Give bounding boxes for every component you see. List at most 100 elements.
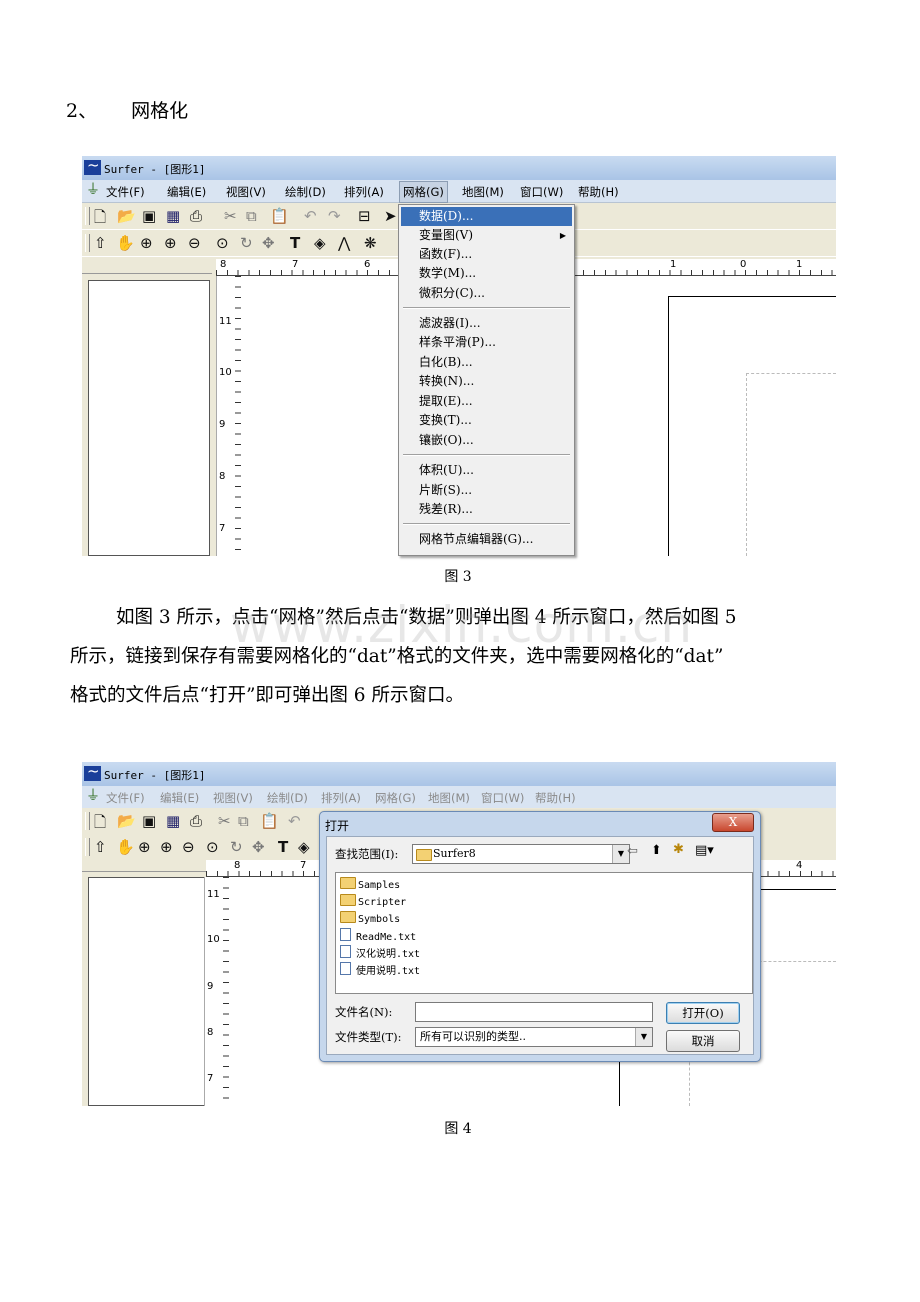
cut-icon[interactable]: ✂ bbox=[218, 812, 231, 830]
symbol-icon[interactable]: ❋ bbox=[364, 234, 377, 252]
toolbar-grip[interactable] bbox=[85, 234, 90, 252]
hand-icon[interactable]: ✋ bbox=[116, 234, 135, 252]
menu-grid[interactable]: 网格(G) bbox=[375, 790, 416, 806]
save-icon[interactable]: ▣ bbox=[142, 812, 156, 830]
menu-file[interactable]: 文件(F) bbox=[106, 790, 145, 806]
menu-map[interactable]: 地图(M) bbox=[462, 184, 504, 200]
menu-arrange[interactable]: 排列(A) bbox=[344, 184, 384, 200]
select-arrow-icon[interactable]: ➤ bbox=[384, 207, 397, 225]
filename-input[interactable] bbox=[415, 1002, 653, 1022]
pane-splitter[interactable] bbox=[82, 265, 212, 274]
chevron-down-icon[interactable]: ▼ bbox=[635, 1028, 652, 1046]
zoom-rect-icon[interactable]: ⊕ bbox=[140, 234, 153, 252]
menu-view[interactable]: 视图(V) bbox=[213, 790, 253, 806]
menu-item-filter[interactable]: 滤波器(I)... bbox=[401, 314, 572, 333]
zoom-in-icon[interactable]: ⊕ bbox=[164, 234, 177, 252]
list-item[interactable]: Symbols bbox=[340, 911, 400, 925]
list-item[interactable]: Samples bbox=[340, 877, 400, 891]
rotate-icon[interactable]: ↻ bbox=[230, 838, 243, 856]
menu-view[interactable]: 视图(V) bbox=[226, 184, 266, 200]
menu-item-calculus[interactable]: 微积分(C)... bbox=[401, 284, 572, 303]
tree-icon[interactable]: ⊟ bbox=[358, 207, 371, 225]
menu-arrange[interactable]: 排列(A) bbox=[321, 790, 361, 806]
copy-icon[interactable]: ⧉ bbox=[246, 207, 257, 225]
menu-item-residuals[interactable]: 残差(R)... bbox=[401, 500, 572, 519]
back-icon[interactable]: ⇦ bbox=[627, 844, 638, 859]
menu-help[interactable]: 帮助(H) bbox=[578, 184, 619, 200]
up-folder-icon[interactable]: ⬆ bbox=[651, 843, 662, 858]
arrow-up-icon[interactable]: ⇧ bbox=[94, 838, 107, 856]
text-icon[interactable]: T bbox=[278, 838, 288, 856]
menu-item-math[interactable]: 数学(M)... bbox=[401, 264, 572, 283]
object-manager-pane[interactable] bbox=[88, 877, 210, 1106]
menu-help[interactable]: 帮助(H) bbox=[535, 790, 576, 806]
object-manager-pane[interactable] bbox=[88, 280, 210, 556]
menu-file[interactable]: 文件(F) bbox=[106, 184, 145, 200]
open-button[interactable]: 打开(O) bbox=[666, 1002, 740, 1024]
menu-window[interactable]: 窗口(W) bbox=[520, 184, 563, 200]
grid-icon[interactable]: ▦ bbox=[166, 812, 180, 830]
menu-edit[interactable]: 编辑(E) bbox=[160, 790, 199, 806]
pane-splitter[interactable] bbox=[82, 863, 212, 872]
menu-item-slice[interactable]: 片断(S)... bbox=[401, 481, 572, 500]
grid-icon[interactable]: ▦ bbox=[166, 207, 180, 225]
menu-item-spline-smooth[interactable]: 样条平滑(P)... bbox=[401, 333, 572, 352]
open-icon[interactable]: 📂 bbox=[117, 207, 136, 225]
menu-draw[interactable]: 绘制(D) bbox=[267, 790, 308, 806]
open-icon[interactable]: 📂 bbox=[117, 812, 136, 830]
hand-icon[interactable]: ✋ bbox=[116, 838, 135, 856]
paste-icon[interactable]: 📋 bbox=[270, 207, 289, 225]
zoom-page-icon[interactable]: ⊙ bbox=[216, 234, 229, 252]
menu-map[interactable]: 地图(M) bbox=[428, 790, 470, 806]
cancel-button[interactable]: 取消 bbox=[666, 1030, 740, 1052]
file-list[interactable]: Samples Scripter Symbols ReadMe.txt 汉化说明… bbox=[335, 872, 753, 994]
zoom-page-icon[interactable]: ⊙ bbox=[206, 838, 219, 856]
look-in-select[interactable]: Surfer8 ▼ bbox=[412, 844, 630, 864]
undo-icon[interactable]: ↶ bbox=[304, 207, 317, 225]
menu-item-volume[interactable]: 体积(U)... bbox=[401, 461, 572, 480]
menu-window[interactable]: 窗口(W) bbox=[481, 790, 524, 806]
menu-item-function[interactable]: 函数(F)... bbox=[401, 245, 572, 264]
zoom-out-icon[interactable]: ⊖ bbox=[182, 838, 195, 856]
polygon-icon[interactable]: ◈ bbox=[298, 838, 310, 856]
menu-draw[interactable]: 绘制(D) bbox=[285, 184, 326, 200]
menu-grid[interactable]: 网格(G) bbox=[399, 181, 448, 203]
menu-item-grid-node-editor[interactable]: 网格节点编辑器(G)... bbox=[401, 530, 572, 549]
zoom-out-icon[interactable]: ⊖ bbox=[188, 234, 201, 252]
print-icon[interactable]: ⎙ bbox=[190, 207, 202, 225]
new-folder-icon[interactable]: ✱ bbox=[673, 842, 684, 857]
print-icon[interactable]: ⎙ bbox=[190, 812, 202, 830]
system-menu-icon[interactable]: ⏚ bbox=[86, 183, 100, 197]
list-item[interactable]: Scripter bbox=[340, 894, 406, 908]
menu-item-extract[interactable]: 提取(E)... bbox=[401, 392, 572, 411]
menu-item-variogram[interactable]: 变量图(V) ▶ bbox=[401, 226, 572, 245]
close-button[interactable]: X bbox=[712, 813, 754, 832]
list-item[interactable]: ReadMe.txt bbox=[340, 928, 416, 943]
copy-icon[interactable]: ⧉ bbox=[238, 812, 249, 830]
list-item[interactable]: 使用说明.txt bbox=[340, 962, 420, 977]
view-menu-icon[interactable]: ▤▾ bbox=[695, 843, 714, 858]
toolbar-grip[interactable] bbox=[85, 838, 90, 856]
menu-item-mosaic[interactable]: 镶嵌(O)... bbox=[401, 431, 572, 450]
paste-icon[interactable]: 📋 bbox=[260, 812, 279, 830]
polyline-icon[interactable]: ⋀ bbox=[338, 234, 350, 252]
toolbar-grip[interactable] bbox=[85, 207, 90, 225]
polygon-icon[interactable]: ◈ bbox=[314, 234, 326, 252]
menu-item-blank[interactable]: 白化(B)... bbox=[401, 353, 572, 372]
new-icon[interactable]: 🗋 bbox=[94, 207, 106, 232]
undo-icon[interactable]: ↶ bbox=[288, 812, 301, 830]
menu-item-transform[interactable]: 变换(T)... bbox=[401, 411, 572, 430]
text-icon[interactable]: T bbox=[290, 234, 300, 252]
arrow-up-icon[interactable]: ⇧ bbox=[94, 234, 107, 252]
menu-item-data[interactable]: 数据(D)... bbox=[401, 207, 572, 226]
list-item[interactable]: 汉化说明.txt bbox=[340, 945, 420, 960]
pan-icon[interactable]: ✥ bbox=[252, 838, 265, 856]
system-menu-icon[interactable]: ⏚ bbox=[86, 789, 100, 803]
menu-edit[interactable]: 编辑(E) bbox=[167, 184, 206, 200]
zoom-rect-icon[interactable]: ⊕ bbox=[138, 838, 151, 856]
zoom-in-icon[interactable]: ⊕ bbox=[160, 838, 173, 856]
menu-item-convert[interactable]: 转换(N)... bbox=[401, 372, 572, 391]
save-icon[interactable]: ▣ bbox=[142, 207, 156, 225]
cut-icon[interactable]: ✂ bbox=[224, 207, 237, 225]
rotate-icon[interactable]: ↻ bbox=[240, 234, 253, 252]
